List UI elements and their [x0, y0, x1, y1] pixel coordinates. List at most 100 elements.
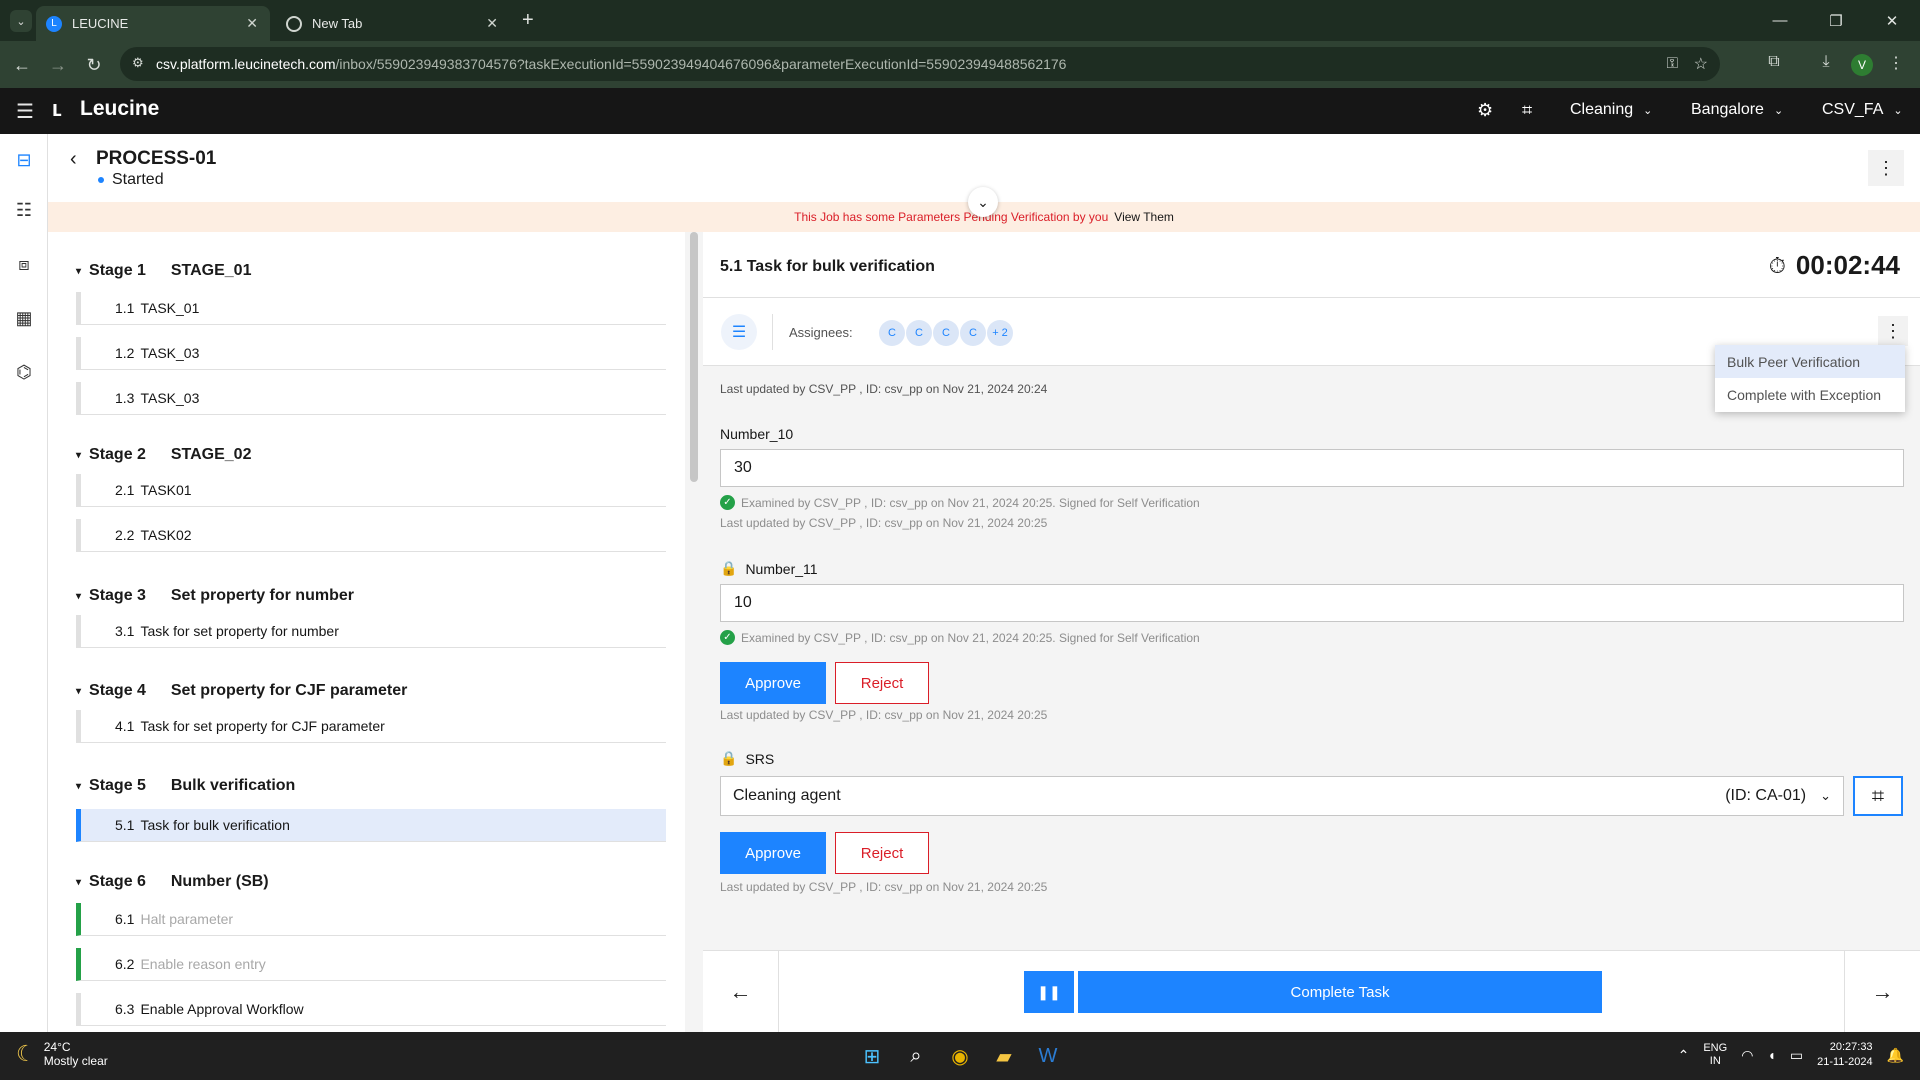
url-input[interactable]: ⚙ csv.platform.leucinetech.com/inbox/559…	[120, 47, 1720, 81]
stage-header[interactable]: ▾ Stage 6 Number (SB)	[76, 873, 269, 891]
back-icon[interactable]: ←	[10, 53, 34, 77]
profile-avatar[interactable]: V	[1851, 54, 1873, 76]
location-select[interactable]: Bangalore ⌄	[1691, 101, 1783, 119]
scan-icon[interactable]: ⌗	[1522, 100, 1532, 121]
collapse-header-icon[interactable]: ⌄	[968, 187, 998, 217]
weather-temp: 24°C	[43, 1040, 71, 1054]
bookmark-star-icon[interactable]: ☆	[1694, 54, 1708, 74]
back-chevron-icon[interactable]: ‹	[70, 148, 77, 171]
calendar-icon[interactable]: ▦	[12, 306, 36, 330]
job-status: Started	[98, 171, 164, 189]
chrome-icon[interactable]: ◉	[944, 1040, 976, 1072]
clock[interactable]: 20:27:33 21-11-2024	[1817, 1040, 1872, 1070]
stage-header[interactable]: ▾ Stage 4 Set property for CJF parameter	[76, 682, 407, 700]
inbox-icon[interactable]: ⊟	[12, 148, 36, 172]
view-them-link[interactable]: View Them	[1114, 210, 1174, 224]
next-task-arrow-icon[interactable]: →	[1844, 951, 1920, 1033]
assignee-avatar[interactable]: C	[933, 320, 959, 346]
task-item[interactable]: 6.1 Halt parameter	[76, 903, 666, 936]
leucine-logo-icon: ʟ	[52, 96, 62, 121]
notification-icon[interactable]: 🔔	[1887, 1047, 1904, 1064]
browser-menu-icon[interactable]: ⋮	[1884, 53, 1908, 73]
ontology-icon[interactable]: ⧈	[12, 252, 36, 276]
task-item[interactable]: 2.2 TASK02	[76, 519, 666, 552]
windows-taskbar: ☾ 24°C Mostly clear ⊞ ⌕ ◉ ▰ W ⌃ ENG IN ◠ …	[0, 1032, 1920, 1080]
password-key-icon[interactable]: ⚿	[1667, 55, 1678, 72]
reload-icon[interactable]: ↻	[82, 53, 106, 77]
tab-search-icon[interactable]: ⌄	[10, 10, 32, 32]
pause-button[interactable]: ❚❚	[1024, 971, 1074, 1013]
stage-list-scrollbar[interactable]	[690, 232, 698, 482]
srs-select[interactable]: Cleaning agent (ID: CA-01) ⌄	[720, 776, 1844, 816]
search-icon[interactable]: ⌕	[900, 1040, 932, 1072]
stage-header[interactable]: ▾ Stage 3 Set property for number	[76, 587, 354, 605]
examined-note: ✓ Examined by CSV_PP , ID: csv_pp on Nov …	[720, 630, 1200, 645]
caret-down-icon: ▾	[76, 876, 82, 888]
task-header: 5.1 Task for bulk verification ⏱ 00:02:4…	[703, 232, 1920, 298]
task-item[interactable]: 2.1 TASK01	[76, 474, 666, 507]
user-select[interactable]: CSV_FA ⌄	[1822, 101, 1903, 119]
task-item[interactable]: 6.2 Enable reason entry	[76, 948, 666, 981]
minimize-icon[interactable]: —	[1752, 0, 1808, 41]
reject-button[interactable]: Reject	[835, 832, 929, 874]
assignees-more[interactable]: + 2	[987, 320, 1013, 346]
battery-icon[interactable]: ▭	[1790, 1047, 1803, 1064]
forward-icon[interactable]: →	[46, 53, 70, 77]
windows-start-icon[interactable]: ⊞	[856, 1040, 888, 1072]
reject-button[interactable]: Reject	[835, 662, 929, 704]
facility-label: Cleaning	[1570, 101, 1634, 118]
chevron-up-icon[interactable]: ⌃	[1678, 1047, 1690, 1064]
menu-item-bulk-peer-verification[interactable]: Bulk Peer Verification	[1715, 345, 1905, 378]
task-item[interactable]: 4.1 Task for set property for CJF paramet…	[76, 710, 666, 743]
number-11-input[interactable]: 10	[720, 584, 1904, 622]
language-indicator[interactable]: ENG IN	[1703, 1042, 1727, 1068]
approve-button[interactable]: Approve	[720, 662, 826, 704]
extensions-icon[interactable]: ⧉	[1762, 53, 1786, 71]
checklist-icon[interactable]: ☰	[721, 314, 757, 350]
assignee-avatar[interactable]: C	[906, 320, 932, 346]
checklist-icon[interactable]: ☷	[12, 198, 36, 222]
task-item[interactable]: 1.2 TASK_03	[76, 337, 666, 370]
job-more-icon[interactable]: ⋮	[1868, 150, 1904, 186]
stage-header[interactable]: ▾ Stage 1 STAGE_01	[76, 262, 251, 280]
assignee-avatar[interactable]: C	[879, 320, 905, 346]
task-more-icon[interactable]: ⋮	[1878, 316, 1908, 346]
weather-widget[interactable]: ☾ 24°C Mostly clear	[16, 1040, 108, 1068]
complete-task-button[interactable]: Complete Task	[1078, 971, 1602, 1013]
word-icon[interactable]: W	[1032, 1040, 1064, 1072]
browser-tab-leucine[interactable]: L LEUCINE ✕	[36, 6, 270, 41]
file-explorer-icon[interactable]: ▰	[988, 1040, 1020, 1072]
download-icon[interactable]: ⤓	[1814, 53, 1838, 71]
stage-header[interactable]: ▾ Stage 2 STAGE_02	[76, 446, 251, 464]
facility-select[interactable]: Cleaning ⌄	[1570, 101, 1652, 119]
menu-item-complete-with-exception[interactable]: Complete with Exception	[1715, 378, 1905, 411]
check-circle-icon: ✓	[720, 495, 735, 510]
stage-header[interactable]: ▾ Stage 5 Bulk verification	[76, 777, 295, 795]
task-item[interactable]: 3.1 Task for set property for number	[76, 615, 666, 648]
task-item[interactable]: 1.1 TASK_01	[76, 292, 666, 325]
volume-icon[interactable]: ◖	[1767, 1047, 1775, 1063]
wifi-icon[interactable]: ◠	[1741, 1047, 1753, 1064]
stopwatch-icon: ⏱	[1768, 252, 1786, 278]
task-item-active[interactable]: 5.1 Task for bulk verification	[76, 809, 666, 842]
site-info-icon[interactable]: ⚙	[132, 55, 144, 71]
browser-tab-new[interactable]: New Tab ✕	[276, 6, 510, 41]
task-item[interactable]: 6.3 Enable Approval Workflow	[76, 993, 666, 1026]
assignee-avatar[interactable]: C	[960, 320, 986, 346]
task-item[interactable]: 1.3 TASK_03	[76, 382, 666, 415]
new-tab-icon[interactable]: +	[522, 9, 534, 32]
previous-task-arrow-icon[interactable]: ←	[703, 951, 779, 1033]
close-tab-icon[interactable]: ✕	[246, 15, 258, 32]
approve-button[interactable]: Approve	[720, 832, 826, 874]
settings-gear-icon[interactable]: ⚙	[1477, 100, 1493, 121]
task-last-updated: Last updated by CSV_PP , ID: csv_pp on N…	[720, 382, 1048, 396]
leucine-logo[interactable]: ʟ Leucine	[52, 97, 159, 121]
qr-scan-button[interactable]: ⌗	[1853, 776, 1903, 816]
close-window-icon[interactable]: ✕	[1864, 0, 1920, 41]
hamburger-menu-icon[interactable]: ☰	[16, 99, 34, 124]
param-last-updated: Last updated by CSV_PP , ID: csv_pp on N…	[720, 880, 1048, 894]
hierarchy-icon[interactable]: ⌬	[12, 360, 36, 384]
number-10-input[interactable]: 30	[720, 449, 1904, 487]
restore-icon[interactable]: ❐	[1808, 0, 1864, 41]
close-tab-icon[interactable]: ✕	[486, 15, 498, 32]
